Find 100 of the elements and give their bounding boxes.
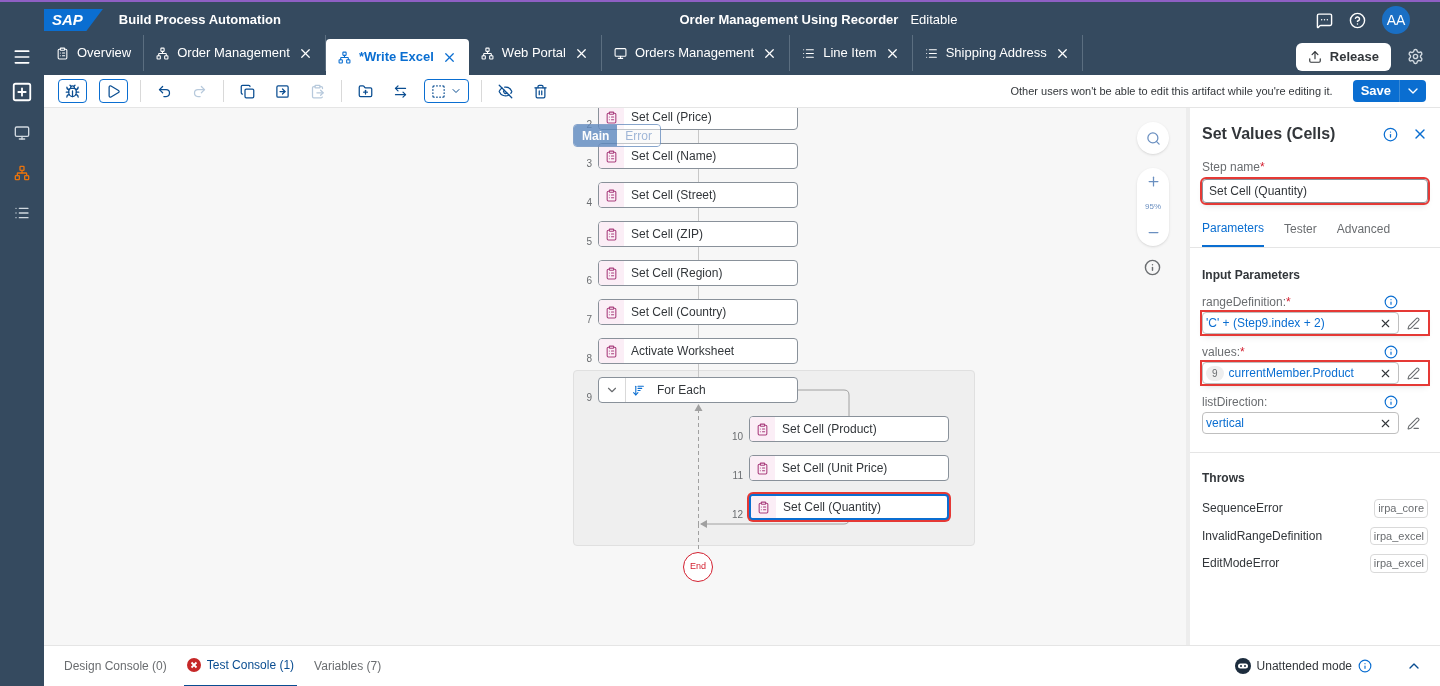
field-label: Step name* — [1202, 159, 1266, 176]
step-node[interactable]: Set Cell (Price) — [598, 108, 798, 130]
toolbar-button[interactable] — [99, 79, 128, 103]
step-number: 12 — [730, 508, 743, 522]
clipboard-icon — [756, 422, 769, 436]
step-node[interactable]: Set Cell (Street) — [598, 182, 798, 208]
exception-name: InvalidRangeDefinition — [1202, 527, 1323, 545]
info-icon[interactable] — [1383, 126, 1398, 142]
param-value: 'C' + (Step9.index + 2) — [1206, 315, 1326, 332]
search-icon — [1145, 130, 1161, 146]
console-tab[interactable]: Test Console (1) — [183, 645, 298, 686]
user-avatar[interactable]: AA — [1382, 6, 1410, 34]
step-node[interactable]: Activate Worksheet — [598, 338, 798, 364]
step-number: 6 — [585, 274, 592, 288]
zoom-level: 95% — [1145, 201, 1161, 213]
zoom-in-icon[interactable] — [1145, 174, 1161, 189]
clipboard-icon — [605, 188, 618, 202]
step-node[interactable]: Set Cell (Unit Price) — [749, 455, 949, 481]
info-icon[interactable] — [1384, 395, 1398, 409]
feedback-icon[interactable] — [1316, 11, 1333, 29]
info-icon[interactable] — [1384, 295, 1398, 309]
connector-line — [698, 325, 699, 338]
info-icon[interactable] — [1144, 259, 1161, 276]
release-button[interactable]: Release — [1295, 43, 1391, 71]
folder-plus-icon — [358, 83, 373, 99]
step-node[interactable]: Set Cell (Quantity) — [749, 494, 949, 520]
panel-tab[interactable]: Parameters — [1202, 219, 1265, 247]
step-node[interactable]: Set Cell (ZIP) — [598, 221, 798, 247]
editor-tab[interactable]: *Write Excel — [325, 39, 469, 75]
list-icon — [14, 205, 30, 221]
step-number: 4 — [585, 196, 592, 210]
toolbar-button[interactable] — [58, 79, 87, 103]
duplicate-icon — [275, 83, 290, 99]
edit-icon[interactable] — [1407, 366, 1420, 380]
play-icon — [106, 83, 121, 99]
product-name: Build Process Automation — [118, 11, 281, 30]
library-tag: irpa_excel — [1369, 526, 1428, 545]
info-icon[interactable] — [1358, 659, 1372, 673]
redo-icon — [192, 83, 207, 99]
step-node[interactable]: Set Cell (Country) — [598, 299, 798, 325]
edit-icon[interactable] — [1407, 316, 1420, 330]
step-badge: 9 — [1206, 365, 1224, 381]
connector-line — [698, 364, 699, 377]
help-icon[interactable] — [1349, 11, 1366, 29]
library-tag: irpa_excel — [1369, 554, 1428, 573]
step-name-field[interactable]: Set Cell (Quantity) — [1202, 179, 1428, 203]
editor-tab[interactable]: Line Item — [790, 35, 913, 71]
clipboard-icon — [56, 46, 69, 60]
step-number: 9 — [585, 391, 592, 405]
panel-title: Set Values (Cells) — [1202, 124, 1337, 144]
connector-line — [698, 247, 699, 260]
console-tab[interactable]: Design Console (0) — [61, 645, 170, 686]
connector-line — [698, 169, 699, 182]
error-icon — [186, 658, 201, 672]
step-node[interactable]: Set Cell (Name) — [598, 143, 798, 169]
robot-icon — [1234, 658, 1251, 674]
sap-logo: SAP — [44, 9, 103, 31]
clipboard-icon — [605, 227, 618, 241]
library-tag: irpa_core — [1374, 499, 1428, 518]
clipboard-icon — [605, 110, 618, 124]
project-title: Order Management Using Recorder — [679, 11, 899, 30]
settings-icon[interactable] — [1407, 48, 1424, 65]
editor-tab[interactable]: Overview — [44, 35, 145, 71]
loop-node[interactable]: For Each — [598, 377, 798, 403]
param-label: listDirection: — [1202, 394, 1269, 411]
editor-tab[interactable]: Orders Management — [601, 35, 791, 71]
param-field[interactable]: 9 currentMember.Product — [1202, 362, 1399, 384]
edit-icon[interactable] — [1407, 416, 1420, 430]
param-value: vertical — [1206, 415, 1245, 432]
mode-label: Editable — [910, 11, 958, 30]
step-number: 11 — [731, 469, 743, 483]
selection-icon — [431, 83, 446, 99]
monitor-icon — [14, 125, 30, 141]
editor-tab[interactable]: Shipping Address — [912, 35, 1083, 71]
step-number: 7 — [585, 313, 592, 327]
hide-icon — [498, 83, 513, 99]
param-field[interactable]: 'C' + (Step9.index + 2) — [1202, 312, 1399, 334]
loop-line — [798, 389, 850, 416]
step-node[interactable]: Set Cell (Region) — [598, 260, 798, 286]
clipboard-icon — [605, 266, 618, 280]
panel-tab[interactable]: Advanced — [1336, 219, 1391, 247]
monitor-icon — [613, 46, 627, 60]
connector-line — [698, 130, 699, 143]
info-icon[interactable] — [1384, 345, 1398, 359]
add-icon[interactable] — [11, 80, 33, 103]
editor-tab[interactable]: Order Management — [144, 35, 326, 71]
copy-icon — [240, 83, 255, 99]
console-tab[interactable]: Variables (7) — [311, 645, 385, 686]
delete-icon — [533, 83, 548, 99]
step-node[interactable]: Set Cell (Product) — [749, 416, 949, 442]
editor-tab[interactable]: Web Portal — [468, 35, 602, 71]
clipboard-icon — [756, 461, 769, 475]
toolbar-button[interactable] — [424, 79, 469, 103]
flow-icon — [480, 46, 494, 60]
panel-tab[interactable]: Tester — [1284, 219, 1317, 247]
clipboard-icon — [605, 344, 618, 358]
param-label: rangeDefinition:* — [1202, 294, 1292, 311]
clipboard-icon — [605, 149, 618, 163]
param-label: values:* — [1202, 344, 1246, 361]
param-field[interactable]: vertical — [1202, 412, 1399, 434]
